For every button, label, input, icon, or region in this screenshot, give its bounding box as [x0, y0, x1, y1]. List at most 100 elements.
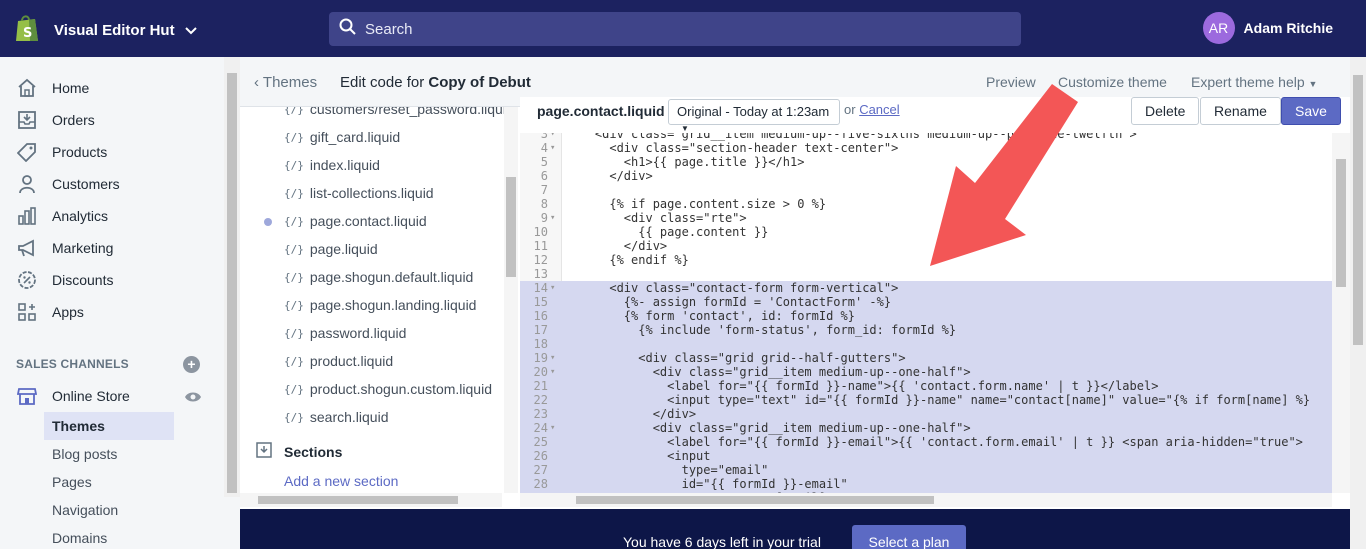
fold-toggle-icon[interactable]: ▾ [550, 141, 555, 155]
caret-down-icon: ▼ [1308, 79, 1318, 89]
rename-button[interactable]: Rename [1200, 97, 1281, 125]
file-name: customers/reset_password.liquid [309, 107, 510, 117]
fold-toggle-icon[interactable]: ▾ [550, 211, 555, 225]
sidebar-item-discounts[interactable]: Discounts [16, 268, 113, 292]
add-channel-icon[interactable]: + [183, 356, 200, 373]
version-select[interactable]: Original - Today at 1:23am ▼ [668, 99, 840, 133]
code-line[interactable]: 28 id="{{ formId }}-email" [520, 477, 1332, 491]
download-folder-icon [256, 442, 272, 463]
code-line[interactable]: 18 [520, 337, 1332, 351]
code-scrollbar[interactable] [1332, 133, 1350, 493]
sidebar-item-navigation[interactable]: Navigation [44, 496, 174, 524]
sidebar-item-home[interactable]: Home [16, 76, 89, 100]
code-line[interactable]: 27 type="email" [520, 463, 1332, 477]
code-hscrollbar[interactable] [520, 493, 1332, 507]
code-line[interactable]: 26 <input [520, 449, 1332, 463]
fold-toggle-icon[interactable]: ▾ [550, 365, 555, 379]
code-text: </div> [566, 407, 697, 421]
active-file-indicator [264, 218, 272, 226]
bar-chart-icon [16, 205, 38, 227]
apps-icon [16, 301, 38, 323]
trial-text: You have 6 days left in your trial [623, 534, 821, 549]
fold-toggle-icon[interactable]: ▾ [550, 421, 555, 435]
file-list-scrollbar[interactable] [504, 107, 518, 493]
scrollbar-thumb[interactable] [576, 496, 934, 504]
sidebar-item-online-store[interactable]: Online Store [16, 384, 130, 408]
fold-toggle-icon[interactable]: ▾ [550, 351, 555, 365]
file-name: page.shogun.landing.liquid [309, 297, 477, 313]
line-number: 23 [533, 407, 548, 421]
user-menu[interactable]: AR Adam Ritchie [1202, 12, 1333, 44]
back-to-themes-link[interactable]: ‹ Themes [254, 74, 317, 91]
line-number: 24 [533, 421, 548, 435]
file-item[interactable]: {/} product.liquid [284, 353, 393, 369]
code-line[interactable]: 22 <input type="text" id="{{ formId }}-n… [520, 393, 1332, 407]
file-item[interactable]: {/} index.liquid [284, 157, 380, 173]
sidebar-item-products[interactable]: Products [16, 140, 107, 164]
code-line[interactable]: 21 <label for="{{ formId }}-name">{{ 'co… [520, 379, 1332, 393]
file-item-active[interactable]: {/} page.contact.liquid [284, 213, 427, 229]
sidebar-scrollbar[interactable] [224, 57, 240, 497]
file-item[interactable]: {/} password.liquid [284, 325, 406, 341]
file-name: index.liquid [309, 157, 380, 173]
file-item[interactable]: {/} product.shogun.custom.liquid [284, 381, 492, 397]
line-number: 4 [540, 141, 548, 155]
sidebar-item-label: Online Store [52, 388, 130, 404]
scrollbar-thumb[interactable] [258, 496, 458, 504]
eye-icon[interactable] [184, 390, 202, 408]
sidebar-item-orders[interactable]: Orders [16, 108, 95, 132]
store-switcher[interactable]: S Visual Editor Hut [14, 13, 197, 48]
code-text: </div> [566, 169, 653, 183]
code-line[interactable]: 19 ▾ <div class="grid grid--half-gutters"… [520, 351, 1332, 365]
line-number: 6 [540, 169, 548, 183]
code-line[interactable]: 24 ▾ <div class="grid__item medium-up--on… [520, 421, 1332, 435]
line-number: 27 [533, 463, 548, 477]
scrollbar-thumb[interactable] [506, 177, 516, 277]
scrollbar-thumb[interactable] [1336, 159, 1346, 287]
sections-heading[interactable]: Sections [284, 444, 342, 460]
file-item[interactable]: {/} customers/reset_password.liquid [284, 107, 510, 117]
code-line[interactable]: 17 {% include 'form-status', form_id: fo… [520, 323, 1332, 337]
select-plan-button[interactable]: Select a plan [852, 525, 966, 549]
code-line[interactable]: 15 {%- assign formId = 'ContactForm' -%} [520, 295, 1332, 309]
file-item[interactable]: {/} page.shogun.landing.liquid [284, 297, 476, 313]
sidebar-item-marketing[interactable]: Marketing [16, 236, 113, 260]
add-section-link[interactable]: Add a new section [284, 473, 398, 489]
expert-help-menu[interactable]: Expert theme help ▼ [1191, 74, 1317, 90]
search-input[interactable]: Search [329, 12, 1021, 46]
sidebar-item-themes[interactable]: Themes [44, 412, 174, 440]
file-item[interactable]: {/} gift_card.liquid [284, 129, 400, 145]
sidebar-item-pages[interactable]: Pages [44, 468, 174, 496]
sidebar-item-customers[interactable]: Customers [16, 172, 120, 196]
home-icon [16, 77, 38, 99]
save-button[interactable]: Save [1281, 97, 1341, 125]
file-item[interactable]: {/} list-collections.liquid [284, 185, 434, 201]
code-file-icon: {/} [284, 270, 304, 284]
trial-banner: You have 6 days left in your trial Selec… [240, 509, 1350, 549]
file-list-hscrollbar[interactable] [240, 493, 502, 507]
scrollbar-thumb[interactable] [1353, 75, 1363, 345]
file-item[interactable]: {/} search.liquid [284, 409, 388, 425]
code-line[interactable]: 16 {% form 'contact', id: formId %} [520, 309, 1332, 323]
sidebar-item-label: Orders [52, 112, 95, 128]
sidebar-item-blog-posts[interactable]: Blog posts [44, 440, 174, 468]
file-item[interactable]: {/} page.shogun.default.liquid [284, 269, 473, 285]
fold-toggle-icon[interactable]: ▾ [550, 281, 555, 295]
code-text: <div class="contact-form form-vertical"> [566, 281, 899, 295]
code-line[interactable]: 25 <label for="{{ formId }}-email">{{ 'c… [520, 435, 1332, 449]
fold-toggle-icon[interactable]: ▾ [550, 133, 555, 141]
page-scrollbar[interactable] [1350, 57, 1366, 549]
code-text: {% include 'form-status', form_id: formI… [566, 323, 957, 337]
sidebar-item-analytics[interactable]: Analytics [16, 204, 108, 228]
file-list: {/} customers/reset_password.liquid {/} gi… [240, 107, 510, 493]
code-line[interactable]: 20 ▾ <div class="grid__item medium-up--on… [520, 365, 1332, 379]
file-name: product.liquid [309, 353, 394, 369]
chevron-down-icon [184, 22, 197, 40]
scrollbar-thumb[interactable] [227, 73, 237, 493]
code-line[interactable]: 23 </div> [520, 407, 1332, 421]
file-item[interactable]: {/} page.liquid [284, 241, 378, 257]
delete-button[interactable]: Delete [1131, 97, 1200, 125]
file-name: list-collections.liquid [309, 185, 434, 201]
sidebar-item-domains[interactable]: Domains [44, 524, 174, 549]
sidebar-item-apps[interactable]: Apps [16, 300, 84, 324]
